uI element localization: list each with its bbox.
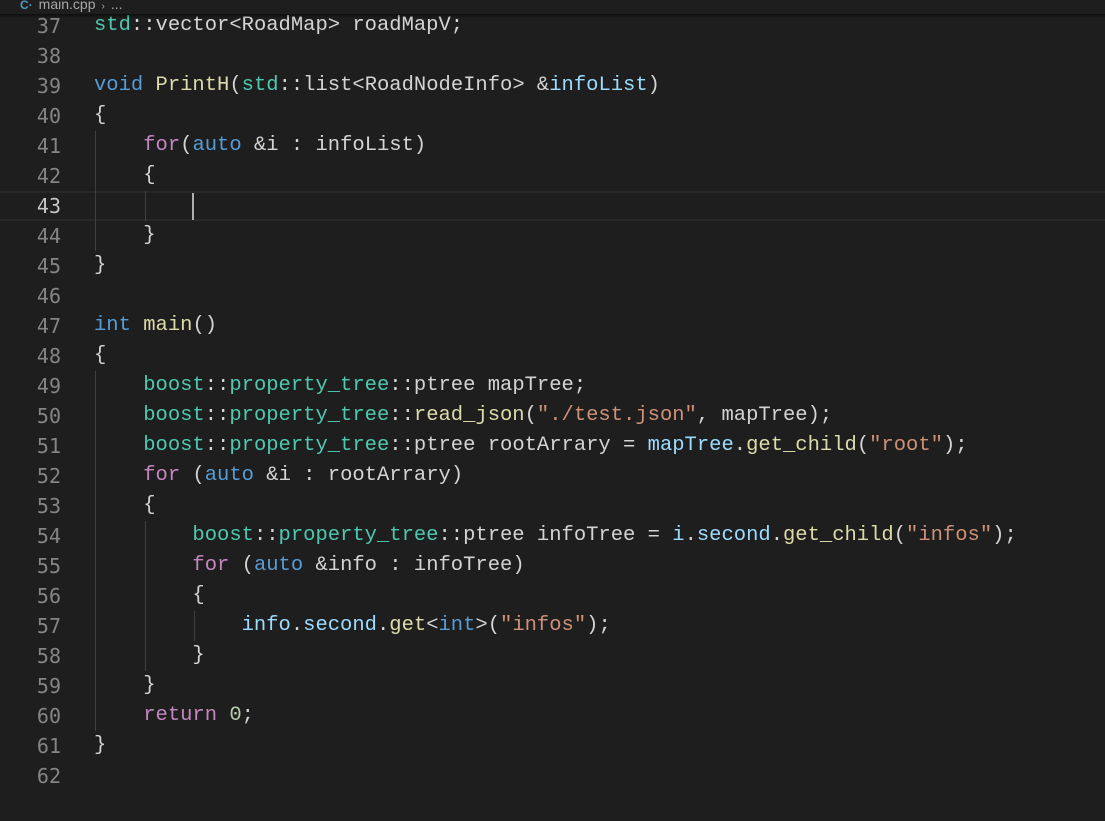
line-number: 45 bbox=[36, 254, 61, 278]
code-line[interactable]: return 0; bbox=[94, 701, 1017, 731]
code-line[interactable]: info.second.get<int>("infos"); bbox=[94, 611, 1017, 641]
code-line[interactable]: } bbox=[94, 251, 1017, 281]
line-number: 50 bbox=[36, 404, 61, 428]
code-line[interactable]: } bbox=[94, 221, 1017, 251]
indent-guide bbox=[145, 521, 146, 671]
line-number: 38 bbox=[36, 44, 61, 68]
code-line[interactable] bbox=[94, 41, 1017, 71]
text-cursor bbox=[192, 193, 194, 220]
line-number: 54 bbox=[36, 524, 61, 548]
line-number: 52 bbox=[36, 464, 61, 488]
line-number: 57 bbox=[36, 614, 61, 638]
code-line[interactable]: for (auto &i : rootArrary) bbox=[94, 461, 1017, 491]
code-line[interactable]: } bbox=[94, 641, 1017, 671]
breadcrumb-file[interactable]: main.cpp bbox=[39, 0, 96, 12]
code-line[interactable]: for (auto &info : infoTree) bbox=[94, 551, 1017, 581]
line-number: 56 bbox=[36, 584, 61, 608]
code-line[interactable] bbox=[94, 761, 1017, 791]
code-line[interactable]: { bbox=[94, 581, 1017, 611]
line-number: 53 bbox=[36, 494, 61, 518]
code-line[interactable]: for(auto &i : infoList) bbox=[94, 131, 1017, 161]
code-line[interactable] bbox=[94, 281, 1017, 311]
line-number: 59 bbox=[36, 674, 61, 698]
line-number-gutter: 37 38 39 40 41 42 43 44 45 46 47 48 49 50 51 52 53 54 55 56… bbox=[0, 11, 74, 791]
code-editor[interactable]: C· main.cpp ›... 37 38 39 40 41 42 43 44 45 46 47 48 4… bbox=[0, 0, 1105, 821]
breadcrumb-separator-icon: › bbox=[101, 1, 105, 12]
indent-guide bbox=[194, 611, 195, 641]
breadcrumb: C· main.cpp ›... bbox=[0, 0, 1105, 14]
line-number: 46 bbox=[36, 284, 61, 308]
breadcrumb-symbol[interactable]: ... bbox=[111, 0, 123, 12]
line-number: 47 bbox=[36, 314, 61, 338]
line-number: 40 bbox=[36, 104, 61, 128]
code-line[interactable]: { bbox=[94, 101, 1017, 131]
line-number: 60 bbox=[36, 704, 61, 728]
line-number: 42 bbox=[36, 164, 61, 188]
line-number: 43 bbox=[36, 194, 61, 218]
breadcrumb-shadow bbox=[0, 14, 1105, 18]
code-line[interactable]: int main() bbox=[94, 311, 1017, 341]
line-number: 58 bbox=[36, 644, 61, 668]
code-line[interactable]: boost::property_tree::ptree rootArrary =… bbox=[94, 431, 1017, 461]
code-line[interactable]: boost::property_tree::read_json("./test.… bbox=[94, 401, 1017, 431]
line-number: 61 bbox=[36, 734, 61, 758]
code-line[interactable]: void PrintH(std::list<RoadNodeInfo> &inf… bbox=[94, 71, 1017, 101]
code-line[interactable]: { bbox=[94, 341, 1017, 371]
indent-guide bbox=[95, 371, 96, 731]
line-number: 49 bbox=[36, 374, 61, 398]
code-line[interactable]: } bbox=[94, 671, 1017, 701]
line-number: 62 bbox=[36, 764, 61, 788]
code-line[interactable] bbox=[94, 191, 1017, 221]
line-number: 48 bbox=[36, 344, 61, 368]
indent-guide bbox=[95, 131, 96, 251]
code-line[interactable]: { bbox=[94, 161, 1017, 191]
code-line[interactable]: { bbox=[94, 491, 1017, 521]
code-line[interactable]: boost::property_tree::ptree infoTree = i… bbox=[94, 521, 1016, 551]
code-area[interactable]: std::vector<RoadMap> roadMapV; void Print… bbox=[94, 11, 1017, 791]
line-number: 55 bbox=[36, 554, 61, 578]
line-number: 44 bbox=[36, 224, 61, 248]
line-number: 41 bbox=[36, 134, 61, 158]
line-number: 51 bbox=[36, 434, 61, 458]
cpp-file-icon: C· bbox=[20, 0, 33, 12]
code-line[interactable]: } bbox=[94, 731, 1017, 761]
line-number: 39 bbox=[36, 74, 61, 98]
code-line[interactable]: boost::property_tree::ptree mapTree; bbox=[94, 371, 1017, 401]
indent-guide bbox=[145, 191, 146, 221]
